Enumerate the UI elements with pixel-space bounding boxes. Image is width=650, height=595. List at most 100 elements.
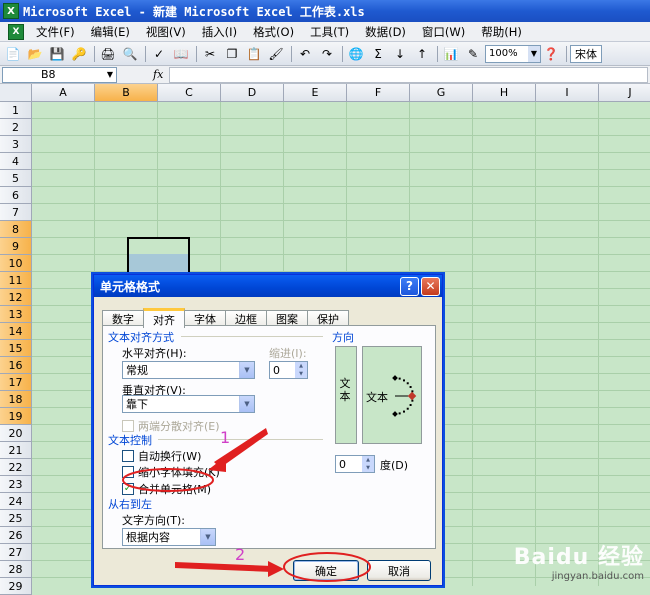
row-header[interactable]: 11 <box>0 272 32 289</box>
merge-cells-row[interactable]: ✓ 合并单元格(M) <box>122 481 211 497</box>
column-header[interactable]: C <box>158 84 221 102</box>
cancel-button[interactable]: 取消 <box>367 560 431 581</box>
drawing-icon[interactable]: ✎ <box>463 44 483 64</box>
row-header[interactable]: 17 <box>0 374 32 391</box>
shrink-to-fit-checkbox[interactable] <box>122 466 134 478</box>
paste-icon[interactable]: 📋 <box>244 44 264 64</box>
row-header[interactable]: 14 <box>0 323 32 340</box>
autosum-icon[interactable]: Σ <box>368 44 388 64</box>
menu-help[interactable]: 帮助(H) <box>473 24 530 40</box>
column-header[interactable]: E <box>284 84 347 102</box>
wrap-text-checkbox[interactable] <box>122 450 134 462</box>
row-header[interactable]: 16 <box>0 357 32 374</box>
column-header[interactable]: G <box>410 84 473 102</box>
tab-alignment[interactable]: 对齐 <box>143 308 185 328</box>
row-header[interactable]: 27 <box>0 544 32 561</box>
distributed-checkbox[interactable] <box>122 420 134 432</box>
column-header[interactable]: A <box>32 84 95 102</box>
row-header[interactable]: 8 <box>0 221 32 238</box>
undo-icon[interactable]: ↶ <box>295 44 315 64</box>
row-header[interactable]: 18 <box>0 391 32 408</box>
spin-up-icon[interactable]: ▲ <box>362 456 374 464</box>
row-header[interactable]: 26 <box>0 527 32 544</box>
hyperlink-icon[interactable]: 🌐 <box>346 44 366 64</box>
sort-descending-icon[interactable]: ↑ <box>412 44 432 64</box>
row-header[interactable]: 28 <box>0 561 32 578</box>
wrap-text-row[interactable]: 自动换行(W) <box>122 448 201 464</box>
merge-cells-checkbox[interactable]: ✓ <box>122 483 134 495</box>
font-select[interactable]: 宋体 <box>570 44 602 63</box>
degree-spinner[interactable]: 0 ▲ ▼ <box>335 455 375 473</box>
text-direction-select[interactable]: 根据内容 ▼ <box>122 528 216 546</box>
column-header[interactable]: D <box>221 84 284 102</box>
row-header[interactable]: 10 <box>0 255 32 272</box>
vertical-text-box[interactable]: 文本 <box>335 346 357 444</box>
row-header[interactable]: 7 <box>0 204 32 221</box>
indent-spinner[interactable]: 0 ▲ ▼ <box>269 361 308 379</box>
save-icon[interactable]: 💾 <box>47 44 67 64</box>
help-icon[interactable]: ❓ <box>541 44 561 64</box>
new-file-icon[interactable]: 📄 <box>3 44 23 64</box>
row-header[interactable]: 3 <box>0 136 32 153</box>
cut-icon[interactable]: ✂ <box>200 44 220 64</box>
menu-window[interactable]: 窗口(W) <box>414 24 473 40</box>
active-cell[interactable] <box>129 239 188 254</box>
menu-format[interactable]: 格式(O) <box>245 24 302 40</box>
vertical-align-select[interactable]: 靠下 ▼ <box>122 395 255 413</box>
formula-input[interactable] <box>169 66 648 83</box>
row-header[interactable]: 5 <box>0 170 32 187</box>
row-header[interactable]: 1 <box>0 102 32 119</box>
row-header[interactable]: 19 <box>0 408 32 425</box>
menu-file[interactable]: 文件(F) <box>28 24 83 40</box>
row-header[interactable]: 12 <box>0 289 32 306</box>
name-box[interactable]: B8 ▼ <box>2 66 117 83</box>
workbook-icon[interactable]: X <box>8 23 24 40</box>
menu-insert[interactable]: 插入(I) <box>194 24 245 40</box>
row-header[interactable]: 22 <box>0 459 32 476</box>
orientation-dial[interactable]: 文本 <box>362 346 422 444</box>
row-header[interactable]: 6 <box>0 187 32 204</box>
spin-down-icon[interactable]: ▼ <box>362 464 374 472</box>
format-painter-icon[interactable]: 🖌 <box>266 44 286 64</box>
spin-up-icon[interactable]: ▲ <box>295 362 307 370</box>
help-button[interactable]: ? <box>400 276 419 296</box>
spin-down-icon[interactable]: ▼ <box>295 370 307 378</box>
row-header[interactable]: 29 <box>0 578 32 595</box>
row-header[interactable]: 4 <box>0 153 32 170</box>
close-button[interactable]: ✕ <box>421 276 440 296</box>
column-header[interactable]: F <box>347 84 410 102</box>
row-header[interactable]: 21 <box>0 442 32 459</box>
research-icon[interactable]: 📖 <box>171 44 191 64</box>
print-preview-icon[interactable]: 🔍 <box>120 44 140 64</box>
row-header[interactable]: 25 <box>0 510 32 527</box>
zoom-select[interactable]: 100% ▼ <box>485 44 541 63</box>
column-header[interactable]: I <box>536 84 599 102</box>
row-header[interactable]: 15 <box>0 340 32 357</box>
row-header[interactable]: 20 <box>0 425 32 442</box>
redo-icon[interactable]: ↷ <box>317 44 337 64</box>
shrink-to-fit-row[interactable]: 缩小字体填充(K) <box>122 464 220 480</box>
open-folder-icon[interactable]: 📂 <box>25 44 45 64</box>
column-header[interactable]: H <box>473 84 536 102</box>
row-header[interactable]: 9 <box>0 238 32 255</box>
spelling-icon[interactable]: ✓ <box>149 44 169 64</box>
row-header[interactable]: 23 <box>0 476 32 493</box>
permission-icon[interactable]: 🔑 <box>69 44 89 64</box>
menu-tools[interactable]: 工具(T) <box>302 24 357 40</box>
chart-wizard-icon[interactable]: 📊 <box>441 44 461 64</box>
menu-data[interactable]: 数据(D) <box>357 24 414 40</box>
row-header[interactable]: 2 <box>0 119 32 136</box>
select-all-corner[interactable] <box>0 84 32 102</box>
ok-button[interactable]: 确定 <box>293 560 359 581</box>
menu-edit[interactable]: 编辑(E) <box>83 24 138 40</box>
menu-view[interactable]: 视图(V) <box>138 24 194 40</box>
horizontal-align-select[interactable]: 常规 ▼ <box>122 361 255 379</box>
copy-icon[interactable]: ❐ <box>222 44 242 64</box>
fx-icon[interactable]: fx <box>153 68 163 81</box>
row-header[interactable]: 13 <box>0 306 32 323</box>
column-header[interactable]: J <box>599 84 650 102</box>
column-header[interactable]: B <box>95 84 158 102</box>
row-header[interactable]: 24 <box>0 493 32 510</box>
print-icon[interactable]: 🖨 <box>98 44 118 64</box>
sort-ascending-icon[interactable]: ↓ <box>390 44 410 64</box>
